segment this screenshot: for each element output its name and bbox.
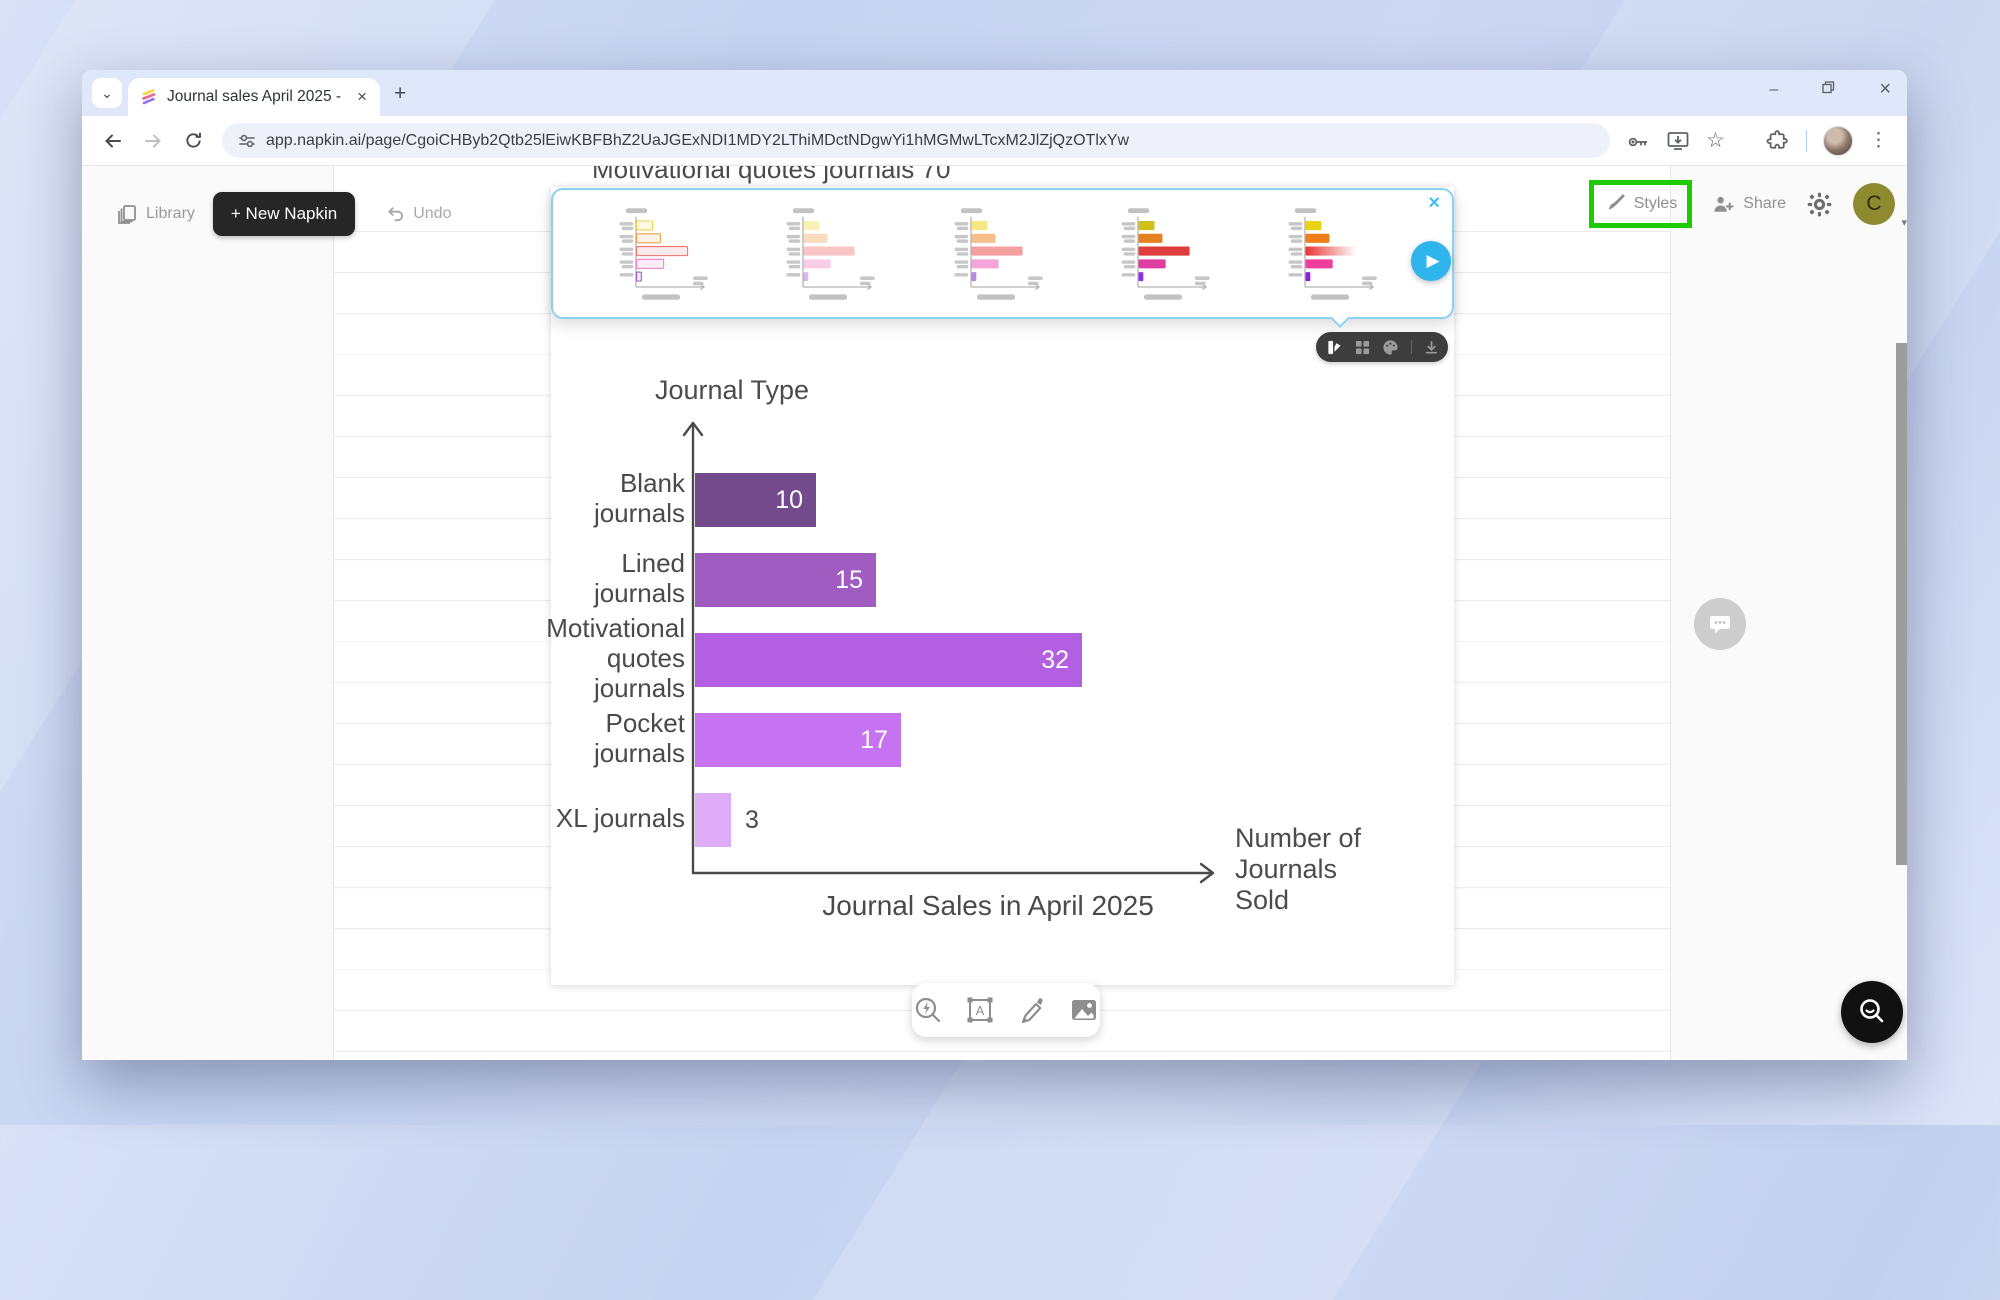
url-bar[interactable]: app.napkin.ai/page/CgoiCHByb2Qtb25lEiwKB… (222, 123, 1610, 158)
category-label-motivational-quotes-journals: Motivational quotes journals (546, 613, 685, 703)
bar-xl-journals (695, 793, 731, 847)
forward-button[interactable] (136, 124, 170, 158)
new-napkin-button[interactable]: + New Napkin (213, 192, 355, 236)
popover-close-icon[interactable]: × (1428, 192, 1440, 215)
close-window-button[interactable]: × (1879, 78, 1891, 101)
menu-dots-icon[interactable]: ⋮ (1869, 129, 1889, 152)
style-swatch-icon[interactable] (1326, 339, 1343, 356)
styles-popover: × ▶ (551, 188, 1454, 319)
category-label-blank-journals: Blank journals (594, 468, 685, 528)
bar-value-motivational-quotes-journals: 32 (1041, 633, 1069, 687)
chat-bubble-icon (1707, 611, 1733, 637)
install-icon[interactable] (1666, 129, 1690, 153)
zoom-search-button[interactable] (1841, 981, 1903, 1043)
paintbrush-icon (1604, 193, 1626, 215)
library-button[interactable]: Library (116, 203, 195, 225)
styles-button[interactable]: Styles (1604, 193, 1678, 215)
image-icon[interactable] (1069, 995, 1099, 1025)
share-person-plus-icon (1712, 193, 1735, 216)
style-thumbnail-bold[interactable] (1099, 204, 1227, 304)
tab-search-button[interactable]: ⌄ (92, 78, 122, 108)
download-icon[interactable] (1424, 340, 1439, 355)
napkin-favicon (140, 88, 158, 106)
undo-button[interactable]: Undo (385, 204, 451, 225)
divider (1411, 340, 1412, 354)
bookmark-star-icon[interactable]: ☆ (1706, 128, 1725, 153)
settings-gear-icon[interactable] (1806, 191, 1833, 218)
style-thumbnail-light-fill[interactable] (932, 204, 1060, 304)
comments-button[interactable] (1694, 598, 1746, 650)
site-settings-icon[interactable] (238, 132, 256, 150)
browser-toolbar: app.napkin.ai/page/CgoiCHByb2Qtb25lEiwKB… (82, 116, 1907, 166)
pen-icon[interactable] (1017, 995, 1047, 1025)
bar-value-lined-journals: 15 (835, 553, 863, 607)
library-icon (116, 203, 138, 225)
bar-lined-journals: 15 (695, 553, 876, 607)
key-icon[interactable] (1626, 129, 1650, 153)
tab-title: Journal sales April 2025 - Napki (167, 88, 345, 106)
text-box-icon[interactable]: A (965, 995, 995, 1025)
grid-icon[interactable] (1355, 340, 1370, 355)
minimize-button[interactable]: – (1769, 81, 1778, 99)
active-tab[interactable]: Journal sales April 2025 - Napki × (128, 78, 380, 116)
bar-value-blank-journals: 10 (775, 473, 803, 527)
napkin-app-area: Motivational quotes journals 70 Library … (82, 166, 1907, 1060)
magnifier-smile-icon (1855, 995, 1889, 1029)
share-button[interactable]: Share (1712, 193, 1786, 216)
app-scrollbar[interactable] (1896, 343, 1907, 865)
category-label-lined-journals: Lined journals (594, 548, 685, 608)
url-text: app.napkin.ai/page/CgoiCHByb2Qtb25lEiwKB… (266, 132, 1129, 150)
undo-icon (385, 204, 406, 225)
divider (1806, 130, 1807, 152)
annotation-highlight-styles: Styles (1589, 180, 1693, 228)
tab-strip: ⌄ Journal sales April 2025 - Napki × + –… (82, 70, 1907, 116)
clipped-text-line: Motivational quotes journals 70 (592, 166, 1052, 186)
new-tab-button[interactable]: + (394, 82, 406, 106)
back-button[interactable] (96, 124, 130, 158)
next-styles-button[interactable]: ▶ (1411, 241, 1451, 281)
browser-window: ⌄ Journal sales April 2025 - Napki × + –… (82, 70, 1907, 1060)
profile-avatar[interactable] (1823, 126, 1853, 156)
category-label-xl-journals: XL journals (556, 803, 685, 833)
restore-button[interactable] (1822, 81, 1835, 99)
spark-search-icon[interactable] (913, 995, 943, 1025)
extensions-icon[interactable] (1765, 128, 1790, 153)
bar-value-xl-journals: 3 (745, 793, 759, 847)
insert-toolbar: A (912, 983, 1100, 1037)
style-thumbnail-soft-fill[interactable] (764, 204, 892, 304)
chevron-down-icon: ▾ (1901, 216, 1907, 229)
svg-text:A: A (976, 1003, 985, 1018)
bar-motivational-quotes-journals: 32 (695, 633, 1082, 687)
bar-pocket-journals: 17 (695, 713, 901, 767)
account-avatar[interactable]: C ▾ (1853, 183, 1895, 225)
category-label-pocket-journals: Pocket journals (594, 708, 685, 768)
chart-title: Journal Sales in April 2025 (693, 890, 1283, 922)
style-thumbnail-outline-pastel[interactable] (597, 204, 725, 304)
visual-options-toolbar (1316, 332, 1448, 362)
style-thumbnails-row (597, 204, 1394, 304)
bar-blank-journals: 10 (695, 473, 816, 527)
tab-close-icon[interactable]: × (354, 87, 370, 107)
palette-icon[interactable] (1382, 339, 1399, 356)
bar-value-pocket-journals: 17 (860, 713, 888, 767)
style-thumbnail-gradient[interactable] (1266, 204, 1394, 304)
refresh-button[interactable] (176, 124, 210, 158)
